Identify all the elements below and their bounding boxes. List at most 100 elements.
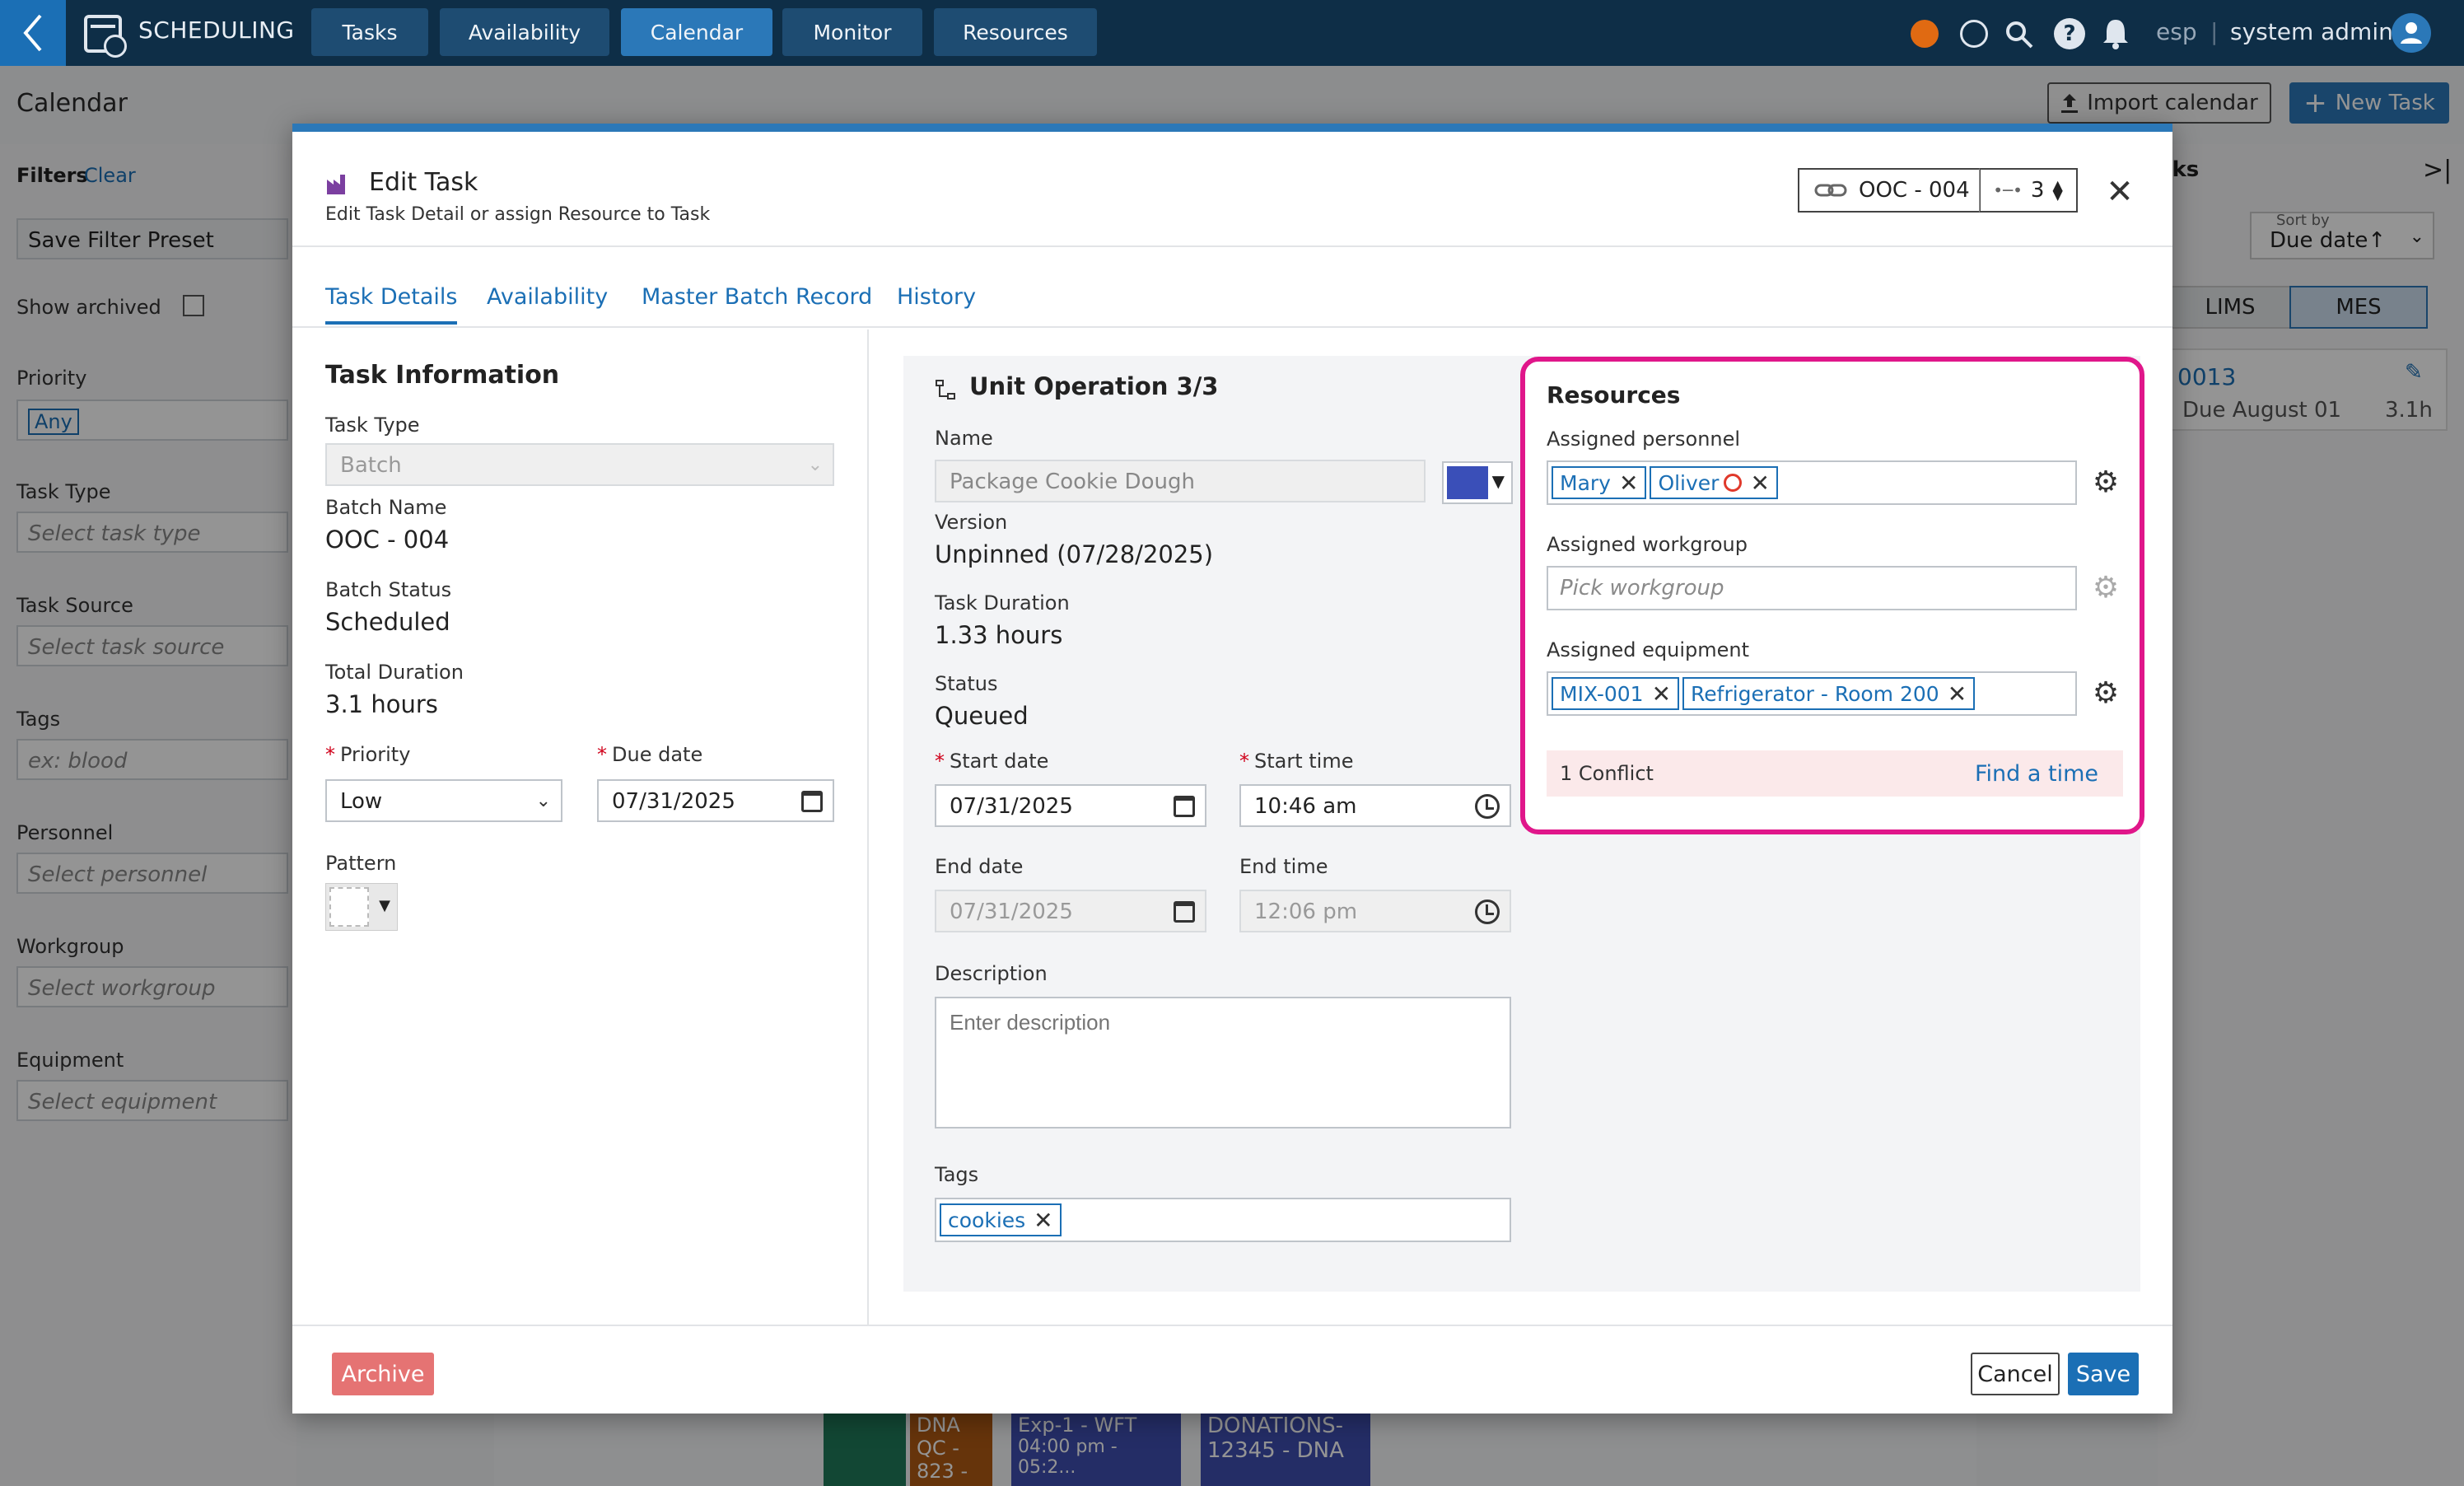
due-date-label-text: Due date	[612, 743, 703, 766]
description-textarea[interactable]	[935, 997, 1511, 1129]
end-date-input: 07/31/2025	[935, 890, 1206, 932]
start-date-input[interactable]: 07/31/2025	[935, 784, 1206, 827]
start-time-value: 10:46 am	[1254, 794, 1357, 819]
nav-tasks[interactable]: Tasks	[311, 8, 428, 56]
due-date-value: 07/31/2025	[612, 789, 735, 814]
assigned-personnel-input[interactable]: Mary ✕ Oliver ✕	[1547, 460, 2077, 505]
tag-chip-label: cookies	[948, 1208, 1026, 1232]
personnel-chip[interactable]: Mary ✕	[1552, 466, 1647, 499]
calendar-app-icon	[84, 15, 127, 58]
start-date-label: * Start date	[935, 750, 1049, 773]
priority-select[interactable]: Low ⌄	[325, 779, 562, 822]
end-date-label: End date	[935, 855, 1024, 878]
tags-input[interactable]: cookies ✕	[935, 1198, 1511, 1242]
status-value: Queued	[935, 702, 1029, 730]
tab-task-details[interactable]: Task Details	[325, 284, 457, 310]
end-time-label: End time	[1239, 855, 1328, 878]
color-picker[interactable]: ▼	[1442, 461, 1513, 504]
save-button[interactable]: Save	[2068, 1353, 2139, 1395]
clock-icon	[1475, 900, 1500, 924]
remove-icon[interactable]: ✕	[1652, 680, 1671, 708]
modal-title: Edit Task	[369, 168, 478, 197]
separator: |	[2210, 18, 2219, 45]
task-type-select: Batch ⌄	[325, 443, 834, 486]
nav-availability[interactable]: Availability	[440, 8, 609, 56]
language-selector[interactable]: esp	[2156, 18, 2197, 45]
remove-icon[interactable]: ✕	[1619, 470, 1638, 497]
assigned-workgroup-input[interactable]: Pick workgroup	[1547, 566, 2077, 610]
personnel-chip-label: Oliver	[1658, 470, 1720, 495]
conflict-text: 1 Conflict	[1560, 762, 1654, 785]
gear-icon[interactable]: ⚙	[2092, 468, 2120, 498]
search-icon[interactable]	[2004, 20, 2034, 49]
avatar[interactable]	[2392, 13, 2431, 53]
end-time-value: 12:06 pm	[1254, 900, 1358, 924]
remove-icon[interactable]: ✕	[1034, 1207, 1052, 1234]
globe-icon[interactable]	[1960, 20, 1988, 48]
color-swatch	[1447, 466, 1488, 499]
priority-value: Low	[340, 789, 383, 814]
batch-status-label: Batch Status	[325, 578, 452, 601]
equipment-chip[interactable]: MIX-001 ✕	[1552, 677, 1680, 710]
status-dot-icon[interactable]	[1911, 20, 1939, 48]
due-date-input[interactable]: 07/31/2025	[597, 779, 834, 822]
sequence-stepper[interactable]: •─• 3 ▲ ▼	[1979, 168, 2078, 213]
remove-icon[interactable]: ✕	[1948, 680, 1967, 708]
active-tab-indicator	[325, 321, 457, 325]
cancel-button[interactable]: Cancel	[1971, 1353, 2060, 1395]
app-title: SCHEDULING	[138, 16, 295, 44]
stepper-arrows-icon[interactable]: ▲ ▼	[2052, 179, 2062, 202]
factory-icon	[327, 175, 345, 194]
clock-icon[interactable]	[1475, 794, 1500, 819]
equipment-chip[interactable]: Refrigerator - Room 200 ✕	[1682, 677, 1976, 710]
edit-task-modal: Edit Task Edit Task Detail or assign Res…	[292, 124, 2172, 1414]
equipment-chip-label: Refrigerator - Room 200	[1691, 681, 1939, 706]
personnel-chip-label: Mary	[1560, 470, 1611, 495]
description-label: Description	[935, 962, 1048, 985]
assigned-personnel-label: Assigned personnel	[1547, 428, 1741, 451]
caret-down-icon: ▼	[1491, 471, 1505, 491]
personnel-chip[interactable]: Oliver ✕	[1650, 466, 1778, 499]
tab-history[interactable]: History	[897, 284, 976, 310]
caret-down-icon: ▼	[379, 897, 390, 914]
nav-resources[interactable]: Resources	[934, 8, 1097, 56]
tab-availability[interactable]: Availability	[487, 284, 608, 310]
top-bar: SCHEDULING Tasks Availability Calendar M…	[0, 0, 2464, 66]
back-button[interactable]	[0, 0, 66, 66]
unit-operation-heading: Unit Operation 3/3	[969, 372, 1219, 400]
archive-button[interactable]: Archive	[332, 1353, 434, 1395]
gear-icon[interactable]: ⚙	[2092, 679, 2120, 708]
tab-master-batch-record[interactable]: Master Batch Record	[642, 284, 872, 310]
calendar-icon[interactable]	[801, 791, 823, 812]
end-time-input: 12:06 pm	[1239, 890, 1511, 932]
help-icon[interactable]: ?	[2054, 18, 2085, 49]
chevron-left-icon	[23, 14, 42, 52]
version-label: Version	[935, 511, 1008, 534]
name-label: Name	[935, 427, 993, 450]
conflict-banner: 1 Conflict Find a time	[1547, 750, 2123, 797]
nav-monitor[interactable]: Monitor	[782, 8, 922, 56]
gear-icon[interactable]: ⚙	[2092, 573, 2120, 603]
start-time-input[interactable]: 10:46 am	[1239, 784, 1511, 827]
pattern-label: Pattern	[325, 852, 397, 875]
user-name[interactable]: system admin	[2230, 18, 2393, 45]
batch-link-box[interactable]: OOC - 004	[1798, 168, 1981, 213]
calendar-icon[interactable]	[1174, 796, 1195, 817]
column-divider	[867, 329, 869, 1326]
total-duration-value: 3.1 hours	[325, 690, 438, 718]
assigned-equipment-input[interactable]: MIX-001 ✕ Refrigerator - Room 200 ✕	[1547, 671, 2077, 716]
close-icon[interactable]: ✕	[2102, 173, 2137, 211]
tag-chip[interactable]: cookies ✕	[940, 1203, 1062, 1236]
remove-icon[interactable]: ✕	[1750, 470, 1769, 497]
pattern-picker[interactable]: ▼	[325, 883, 398, 931]
start-date-label-text: Start date	[950, 750, 1049, 773]
tags-label: Tags	[935, 1163, 979, 1186]
pattern-swatch	[329, 887, 369, 927]
equipment-chip-label: MIX-001	[1560, 681, 1644, 706]
nav-calendar[interactable]: Calendar	[621, 8, 772, 56]
find-a-time-link[interactable]: Find a time	[1975, 761, 2098, 787]
user-icon	[2401, 22, 2422, 44]
task-information-heading: Task Information	[325, 361, 560, 390]
bell-icon[interactable]	[2102, 16, 2130, 49]
workgroup-placeholder: Pick workgroup	[1560, 576, 1724, 600]
